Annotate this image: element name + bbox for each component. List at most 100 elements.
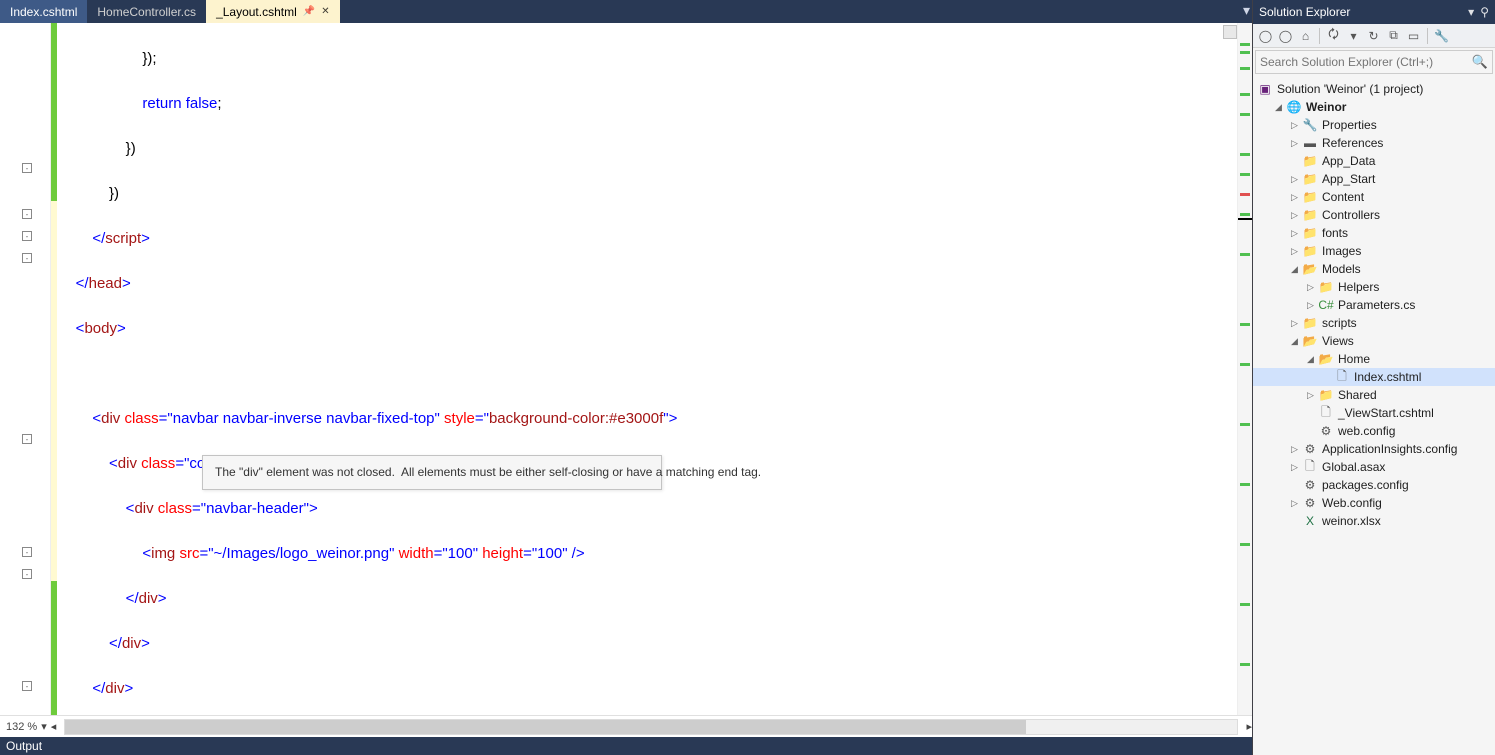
tree-node[interactable]: 📁App_Data	[1253, 152, 1495, 170]
tree-node[interactable]: ▷C#Parameters.cs	[1253, 296, 1495, 314]
tree-node[interactable]: ▷⚙ ApplicationInsights.config	[1253, 440, 1495, 458]
outline-toggle[interactable]: -	[22, 209, 32, 219]
collapse-icon[interactable]: ⧉	[1385, 27, 1402, 44]
search-input[interactable]	[1260, 55, 1472, 69]
tree-twisty[interactable]: ▷	[1289, 138, 1300, 149]
code-editor[interactable]: - - - - - - - - }); return false;	[0, 23, 1252, 715]
pending-icon[interactable]: ▾	[1345, 27, 1362, 44]
tree-node[interactable]: ▷📁Content	[1253, 188, 1495, 206]
tree-twisty[interactable]: ▷	[1289, 318, 1300, 329]
chevron-down-icon[interactable]: ▾	[1468, 5, 1474, 19]
tree-twisty[interactable]: ▷	[1289, 444, 1300, 455]
outline-toggle[interactable]: -	[22, 163, 32, 173]
tree-node[interactable]: ▷📁scripts	[1253, 314, 1495, 332]
outline-toggle[interactable]: -	[22, 681, 32, 691]
refresh-icon[interactable]: ↻	[1365, 27, 1382, 44]
cfg-icon: ⚙	[1302, 441, 1318, 457]
solution-search[interactable]: 🔍	[1255, 50, 1493, 74]
chevron-down-icon[interactable]: ▾	[41, 720, 47, 733]
tree-label: Views	[1322, 334, 1354, 348]
tree-node[interactable]: 🗋_ViewStart.cshtml	[1253, 404, 1495, 422]
tree-twisty[interactable]: ▷	[1305, 282, 1316, 293]
folder-icon: 📁	[1318, 279, 1334, 295]
showall-icon[interactable]: ▭	[1405, 27, 1422, 44]
tree-node[interactable]: ▷📁Images	[1253, 242, 1495, 260]
tree-node[interactable]: ⚙packages.config	[1253, 476, 1495, 494]
cfg-icon: ⚙	[1318, 423, 1334, 439]
tree-node[interactable]: ◢📂Models	[1253, 260, 1495, 278]
outline-toggle[interactable]: -	[22, 569, 32, 579]
pin-icon[interactable]: 📌	[303, 6, 315, 17]
zoom-level[interactable]: 132 %	[6, 721, 37, 733]
tree-node[interactable]: ⚙web.config	[1253, 422, 1495, 440]
tree-node[interactable]: ▷📁Controllers	[1253, 206, 1495, 224]
scroll-left-icon[interactable]: ◂	[51, 720, 57, 733]
tree-node[interactable]: Xweinor.xlsx	[1253, 512, 1495, 530]
tree-twisty[interactable]	[1305, 408, 1316, 419]
tree-node[interactable]: ▷🔧Properties	[1253, 116, 1495, 134]
close-icon[interactable]: ✕	[321, 6, 329, 17]
tree-twisty[interactable]: ▷	[1289, 498, 1300, 509]
pin-icon[interactable]: ⚲	[1480, 5, 1489, 19]
tree-label: ApplicationInsights.config	[1322, 442, 1457, 456]
tree-node[interactable]: ▷⚙Web.config	[1253, 494, 1495, 512]
tab-layout-cshtml[interactable]: _Layout.cshtml 📌 ✕	[206, 0, 340, 23]
tab-index-cshtml[interactable]: Index.cshtml	[0, 0, 87, 23]
folder-icon: 📁	[1302, 243, 1318, 259]
tree-node[interactable]: ▷▬References	[1253, 134, 1495, 152]
tree-twisty[interactable]: ▷	[1289, 246, 1300, 257]
forward-icon[interactable]: ◯	[1277, 27, 1294, 44]
tree-twisty[interactable]	[1321, 372, 1332, 383]
sync-icon[interactable]: 🗘	[1325, 27, 1342, 44]
outline-toggle[interactable]: -	[22, 434, 32, 444]
home-icon[interactable]: ⌂	[1297, 27, 1314, 44]
back-icon[interactable]: ◯	[1257, 27, 1274, 44]
scroll-minimap[interactable]	[1237, 23, 1252, 715]
tree-twisty[interactable]: ◢	[1289, 264, 1300, 275]
output-panel-header[interactable]: Output	[0, 737, 1252, 755]
tab-overflow-icon[interactable]: ▾	[1243, 2, 1250, 19]
solution-root[interactable]: ▣ Solution 'Weinor' (1 project)	[1253, 80, 1495, 98]
tree-twisty[interactable]: ◢	[1289, 336, 1300, 347]
tree-node[interactable]: ▷📁Helpers	[1253, 278, 1495, 296]
tree-twisty[interactable]: ▷	[1289, 174, 1300, 185]
tree-twisty[interactable]: ▷	[1305, 390, 1316, 401]
tree-node[interactable]: ◢📂 Home	[1253, 350, 1495, 368]
tree-twisty[interactable]	[1289, 480, 1300, 491]
search-icon[interactable]: 🔍	[1472, 54, 1488, 70]
tree-twisty[interactable]: ◢	[1273, 102, 1284, 113]
tree-twisty[interactable]: ◢	[1305, 354, 1316, 365]
tree-node[interactable]: ◢🌐Weinor	[1253, 98, 1495, 116]
tree-label: Properties	[1322, 118, 1377, 132]
code-area[interactable]: }); return false; }) }) </script> </head…	[59, 23, 1237, 715]
tree-twisty[interactable]: ▷	[1289, 210, 1300, 221]
tree-node[interactable]: ◢📂Views	[1253, 332, 1495, 350]
tree-node[interactable]: ▷📁fonts	[1253, 224, 1495, 242]
tree-twisty[interactable]: ▷	[1289, 462, 1300, 473]
tree-twisty[interactable]	[1289, 156, 1300, 167]
tree-node[interactable]: ▷📁App_Start	[1253, 170, 1495, 188]
properties-icon[interactable]: 🔧	[1433, 27, 1450, 44]
tree-twisty[interactable]	[1289, 516, 1300, 527]
folder-o-icon: 📂	[1318, 351, 1334, 367]
horizontal-scrollbar[interactable]	[64, 719, 1238, 735]
tree-label: App_Data	[1322, 154, 1375, 168]
outline-toggle[interactable]: -	[22, 547, 32, 557]
tree-twisty[interactable]	[1305, 426, 1316, 437]
outlining-margin[interactable]: - - - - - - - -	[18, 23, 51, 715]
split-icon[interactable]	[1223, 25, 1237, 39]
tree-node[interactable]: 🗋Index.cshtml	[1253, 368, 1495, 386]
tree-twisty[interactable]: ▷	[1289, 120, 1300, 131]
tree-node[interactable]: ▷🗋Global.asax	[1253, 458, 1495, 476]
tree-label: Home	[1338, 352, 1370, 366]
tree-twisty[interactable]: ▷	[1289, 192, 1300, 203]
solution-toolbar: ◯ ◯ ⌂ 🗘 ▾ ↻ ⧉ ▭ 🔧	[1253, 24, 1495, 48]
tab-homecontroller-cs[interactable]: HomeController.cs	[87, 0, 206, 23]
tree-twisty[interactable]: ▷	[1289, 228, 1300, 239]
tree-label: References	[1322, 136, 1383, 150]
solution-tree[interactable]: ▣ Solution 'Weinor' (1 project) ◢🌐Weinor…	[1253, 76, 1495, 755]
outline-toggle[interactable]: -	[22, 231, 32, 241]
outline-toggle[interactable]: -	[22, 253, 32, 263]
tree-node[interactable]: ▷📁Shared	[1253, 386, 1495, 404]
tree-twisty[interactable]: ▷	[1305, 300, 1316, 311]
